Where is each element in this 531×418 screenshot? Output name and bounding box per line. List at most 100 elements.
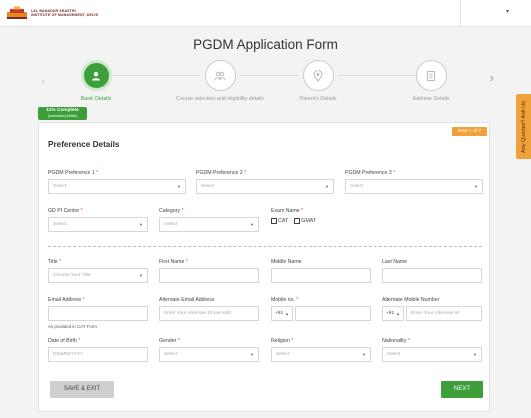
divider <box>48 246 482 247</box>
caret-icon: ▲ <box>285 311 289 316</box>
alt-mobile-number-input[interactable]: Enter Your Alternate M <box>406 306 482 321</box>
form-card: Step 1 of 7 Preference Details PGDM Pref… <box>38 122 490 412</box>
religion-select[interactable]: Select ▼ <box>271 347 371 362</box>
logo-text: LAL BAHADUR SHASTRI INSTITUTE OF MANAGEM… <box>31 9 98 18</box>
exam-gmat-checkbox[interactable]: GMAT <box>294 218 316 224</box>
dob-label: Date of Birth <box>48 338 77 344</box>
first-name-field: First Name * <box>159 259 259 283</box>
chevron-down-icon: ▼ <box>325 184 329 189</box>
document-icon <box>415 60 447 91</box>
pref3-label: PGDM Preference 3 <box>345 170 392 176</box>
progress-badge: 11% Complete (mandatory fields) <box>38 107 87 120</box>
exam-label: Exam Name <box>271 208 300 214</box>
middle-name-field: Middle Name <box>271 259 371 283</box>
mobile-country-code-select[interactable]: +91 ▲ <box>271 306 293 321</box>
step-wizard: ‹ Basic Details Course selection and eli… <box>40 56 494 106</box>
gdpi-select[interactable]: Select ▼ <box>48 217 148 232</box>
nationality-label: Nationality <box>382 338 407 344</box>
gender-select[interactable]: Select ▼ <box>159 347 259 362</box>
people-icon <box>204 60 236 91</box>
gdpi-label: GD PI Centre <box>48 208 80 214</box>
chevron-down-icon: ▼ <box>177 184 181 189</box>
last-name-input[interactable] <box>382 268 482 283</box>
title-label: Title <box>48 259 58 265</box>
step-label: Address Details <box>412 96 450 102</box>
pref3-select[interactable]: Select ▼ <box>345 179 483 194</box>
category-select[interactable]: Select ▼ <box>159 217 259 232</box>
step-label: Course selection and eligibility details <box>175 96 265 102</box>
chevron-down-icon: ▼ <box>250 222 254 227</box>
chevron-left-icon[interactable]: ‹ <box>42 76 45 86</box>
progress-subtext: (mandatory fields) <box>48 113 77 118</box>
pref2-field: PGDM Preference 2 * Select ▼ <box>196 170 334 194</box>
logo-line-2: INSTITUTE OF MANAGEMENT, DELHI <box>31 13 99 17</box>
first-name-label: First Name <box>159 259 185 265</box>
pref2-label: PGDM Preference 2 <box>196 170 243 176</box>
save-exit-button[interactable]: SAVE & EXIT <box>50 381 114 398</box>
email-field: Email Address * As provided in CAT Form <box>48 297 148 329</box>
nationality-select[interactable]: Select ▼ <box>382 347 482 362</box>
dob-input[interactable]: DD/MM/YYYY <box>48 347 148 362</box>
alt-mobile-label: Alternate Mobile Number <box>382 297 440 303</box>
mobile-field: Mobile no. * +91 ▲ <box>271 297 371 321</box>
user-icon <box>80 60 112 91</box>
title-select[interactable]: Choose Your Title ▼ <box>48 268 148 283</box>
alt-email-label: Alternate Email Address <box>159 297 215 303</box>
chevron-down-icon: ▼ <box>139 222 143 227</box>
gender-label: Gender <box>159 338 177 344</box>
email-note: As provided in CAT Form <box>48 324 97 329</box>
pref2-select[interactable]: Select ▼ <box>196 179 334 194</box>
chevron-down-icon: ▼ <box>139 273 143 278</box>
chevron-down-icon: ▼ <box>474 184 478 189</box>
mobile-number-input[interactable] <box>295 306 371 321</box>
section-title: Preference Details <box>48 140 120 149</box>
chevron-down-icon: ▼ <box>250 352 254 357</box>
gdpi-field: GD PI Centre * Select ▼ <box>48 208 148 232</box>
middle-name-label: Middle Name <box>271 259 302 265</box>
page-title: PGDM Application Form <box>193 37 338 52</box>
nationality-field: Nationality * Select ▼ <box>382 338 482 362</box>
logo-emblem-icon <box>6 6 28 20</box>
alt-mobile-country-code-select[interactable]: +91 ▲ <box>382 306 404 321</box>
step-parents-details[interactable]: Parent's Details <box>268 60 368 102</box>
dob-field: Date of Birth * DD/MM/YYYY <box>48 338 148 362</box>
pref3-field: PGDM Preference 3 * Select ▼ <box>345 170 483 194</box>
category-label: Category <box>159 208 181 214</box>
exam-cat-checkbox[interactable]: CAT <box>271 218 288 224</box>
alt-mobile-field: Alternate Mobile Number +91 ▲ Enter Your … <box>382 297 482 321</box>
step-address-details[interactable]: Address Details <box>381 60 481 102</box>
step-label: Basic Details <box>80 96 112 102</box>
email-input[interactable] <box>48 306 148 321</box>
email-label: Email Address <box>48 297 82 303</box>
step-badge: Step 1 of 7 <box>452 127 487 136</box>
next-button[interactable]: NEXT <box>441 381 483 398</box>
user-menu[interactable]: ▾ <box>460 0 531 26</box>
alt-email-field: Alternate Email Address Enter Your Alter… <box>159 297 259 321</box>
title-field: Title * Choose Your Title ▼ <box>48 259 148 283</box>
chevron-down-icon: ▼ <box>362 352 366 357</box>
chevron-down-icon: ▼ <box>473 352 477 357</box>
mobile-label: Mobile no. <box>271 297 295 303</box>
religion-label: Religion <box>271 338 290 344</box>
step-basic-details[interactable]: Basic Details <box>46 60 146 102</box>
middle-name-input[interactable] <box>271 268 371 283</box>
religion-field: Religion * Select ▼ <box>271 338 371 362</box>
chevron-right-icon[interactable]: › <box>490 70 494 85</box>
step-course-selection[interactable]: Course selection and eligibility details <box>170 60 270 102</box>
pref1-field: PGDM Preference 1 * Select ▼ <box>48 170 186 194</box>
alt-email-input[interactable]: Enter Your Alternate Email Addr <box>159 306 259 321</box>
step-label: Parent's Details <box>299 96 337 102</box>
category-field: Category * Select ▼ <box>159 208 259 232</box>
first-name-input[interactable] <box>159 268 259 283</box>
exam-field: Exam Name * CAT GMAT <box>271 208 317 224</box>
pref1-select[interactable]: Select ▼ <box>48 179 186 194</box>
chevron-down-icon[interactable]: ▾ <box>506 8 509 15</box>
queries-tab-label: Any Queries? Ask Us <box>520 100 527 153</box>
pref1-label: PGDM Preference 1 <box>48 170 95 176</box>
gender-field: Gender * Select ▼ <box>159 338 259 362</box>
top-bar: LAL BAHADUR SHASTRI INSTITUTE OF MANAGEM… <box>0 0 531 27</box>
queries-side-tab[interactable]: Any Queries? Ask Us <box>516 94 531 159</box>
institute-logo[interactable]: LAL BAHADUR SHASTRI INSTITUTE OF MANAGEM… <box>6 6 98 20</box>
caret-icon: ▲ <box>396 311 400 316</box>
last-name-field: Last Name <box>382 259 482 283</box>
